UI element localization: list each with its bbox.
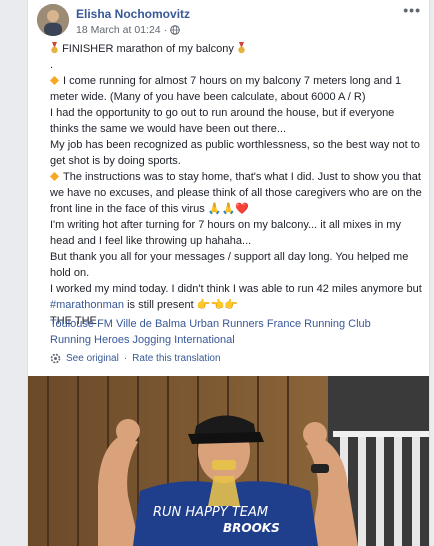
see-original-link[interactable]: See original xyxy=(66,353,119,364)
translation-bar: See original · Rate this translation xyxy=(50,353,221,364)
translation-separator: · xyxy=(123,353,128,364)
post-body: FINISHER marathon of my balcony . I come… xyxy=(50,40,422,329)
tagged-pages: Toulouse FM Ville de Balma Urban Runners… xyxy=(50,316,422,348)
avatar[interactable] xyxy=(37,4,69,36)
post-timestamp[interactable]: 18 March at 01:24 xyxy=(76,24,161,36)
gear-icon[interactable] xyxy=(50,353,61,364)
post-paragraph-text: is still present 👉👈👉 xyxy=(127,299,238,311)
more-options-icon[interactable]: ••• xyxy=(403,2,421,18)
orange-diamond-icon xyxy=(50,172,59,181)
tagged-pages-line[interactable]: Toulouse FM Ville de Balma Urban Runners… xyxy=(50,316,422,332)
medal-icon xyxy=(238,42,245,54)
post-paragraph: I worked my mind today. I didn't think I… xyxy=(50,281,422,313)
post-paragraph: My job has been recognized as public wor… xyxy=(50,139,420,167)
post-paragraph: I had the opportunity to go out to run a… xyxy=(50,107,395,135)
shirt-print-line2: BROOKS xyxy=(223,521,280,535)
medal-icon xyxy=(51,42,58,54)
rate-translation-link[interactable]: Rate this translation xyxy=(132,353,220,364)
facebook-post: Elisha Nochomovitz 18 March at 01:24 · •… xyxy=(27,0,430,546)
hashtag-link[interactable]: #marathonman xyxy=(50,299,124,311)
meta-separator: · xyxy=(163,24,168,36)
author-name[interactable]: Elisha Nochomovitz xyxy=(76,7,190,21)
post-header: Elisha Nochomovitz 18 March at 01:24 · •… xyxy=(37,2,421,44)
post-title-text: FINISHER marathon of my balcony xyxy=(62,43,234,55)
globe-icon[interactable] xyxy=(170,25,180,35)
post-paragraph: I come running for almost 7 hours on my … xyxy=(50,73,422,105)
tagged-pages-line[interactable]: Running Heroes Jogging International xyxy=(50,332,422,348)
post-paragraph-text: The instructions was to stay home, that'… xyxy=(50,171,422,215)
post-paragraph: The instructions was to stay home, that'… xyxy=(50,169,422,217)
post-paragraph-text: I come running for almost 7 hours on my … xyxy=(50,75,402,103)
post-meta: 18 March at 01:24 · xyxy=(76,24,180,36)
post-photo[interactable]: RUN HAPPY TEAM BROOKS xyxy=(28,376,429,546)
post-paragraph: I'm writing hot after turning for 7 hour… xyxy=(50,219,401,247)
shirt-print-line1: RUN HAPPY TEAM xyxy=(153,505,268,520)
post-dot-line: . xyxy=(50,59,54,71)
post-paragraph: But thank you all for your messages / su… xyxy=(50,251,409,279)
post-title-line: FINISHER marathon of my balcony xyxy=(50,40,422,57)
post-paragraph-text: I worked my mind today. I didn't think I… xyxy=(50,283,422,295)
orange-diamond-icon xyxy=(50,76,59,85)
